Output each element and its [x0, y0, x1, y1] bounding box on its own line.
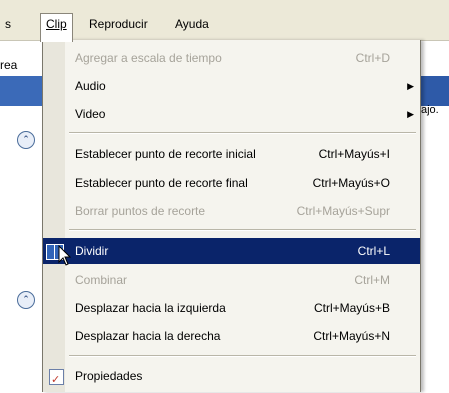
menu-item-shortcut: Ctrl+L [357, 244, 390, 258]
menu-item-propiedades[interactable]: Propiedades [43, 363, 420, 393]
menubar-clip-label: Clip [46, 17, 67, 31]
menu-item-label: Borrar puntos de recorte [75, 204, 206, 218]
mouse-pointer-icon [58, 245, 72, 266]
menu-item-combinar[interactable]: Combinar Ctrl+M [43, 267, 420, 293]
menu-separator [69, 229, 416, 231]
background-tab-text: rea [0, 58, 18, 72]
menu-bar: s Clip Reproducir Ayuda [0, 0, 449, 42]
menu-item-label: Video [75, 107, 106, 121]
submenu-arrow-icon: ▶ [407, 109, 414, 119]
background-title-band-right [420, 76, 449, 106]
collapse-up-icon[interactable]: ⌃ [17, 131, 35, 149]
clip-dropdown-menu: Agregar a escala de tiempo Ctrl+D Audio … [42, 40, 421, 393]
background-right-text: ajo. [421, 104, 439, 116]
menu-item-agregar-escala[interactable]: Agregar a escala de tiempo Ctrl+D [43, 45, 420, 71]
menu-item-label: Dividir [75, 244, 109, 258]
menu-item-shortcut: Ctrl+Mayús+Supr [296, 204, 390, 218]
menu-item-label: Establecer punto de recorte inicial [75, 147, 256, 161]
menu-item-audio[interactable]: Audio ▶ [43, 73, 420, 99]
menu-item-shortcut: Ctrl+Mayús+B [313, 301, 390, 315]
menu-item-label: Agregar a escala de tiempo [75, 51, 222, 65]
background-title-band [0, 76, 42, 106]
menu-item-desplazar-derecha[interactable]: Desplazar hacia la derecha Ctrl+Mayús+N [43, 323, 420, 349]
collapse-up-icon[interactable]: ⌃ [17, 291, 35, 309]
menu-item-shortcut: Ctrl+Mayús+I [318, 147, 390, 161]
menu-separator [69, 132, 416, 134]
menubar-item-clip[interactable]: Clip [40, 13, 73, 42]
menu-item-borrar-recorte[interactable]: Borrar puntos de recorte Ctrl+Mayús+Supr [43, 198, 420, 224]
menu-item-shortcut: Ctrl+D [355, 51, 390, 65]
menu-item-label: Propiedades [75, 369, 143, 383]
menu-item-label: Establecer punto de recorte final [75, 176, 248, 190]
menu-item-video[interactable]: Video ▶ [43, 101, 420, 127]
menu-item-desplazar-izquierda[interactable]: Desplazar hacia la izquierda Ctrl+Mayús+… [43, 295, 420, 321]
menu-separator [69, 355, 416, 357]
menu-item-recorte-final[interactable]: Establecer punto de recorte final Ctrl+M… [43, 170, 420, 196]
menu-item-shortcut: Ctrl+Mayús+N [313, 329, 390, 343]
menubar-item-reproducir[interactable]: Reproducir [84, 14, 153, 34]
menu-item-recorte-inicial[interactable]: Establecer punto de recorte inicial Ctrl… [43, 141, 420, 167]
menu-item-label: Desplazar hacia la izquierda [75, 301, 226, 315]
menubar-item-ayuda[interactable]: Ayuda [170, 14, 214, 34]
menu-item-dividir[interactable]: Dividir Ctrl+L [43, 238, 420, 264]
menu-item-shortcut: Ctrl+Mayús+O [312, 176, 390, 190]
menu-item-label: Audio [75, 79, 106, 93]
menu-item-label: Desplazar hacia la derecha [75, 329, 221, 343]
menu-item-shortcut: Ctrl+M [354, 273, 390, 287]
properties-icon [49, 367, 64, 393]
menu-item-label: Combinar [75, 273, 128, 287]
submenu-arrow-icon: ▶ [407, 81, 414, 91]
menubar-item-partial[interactable]: s [0, 14, 16, 34]
